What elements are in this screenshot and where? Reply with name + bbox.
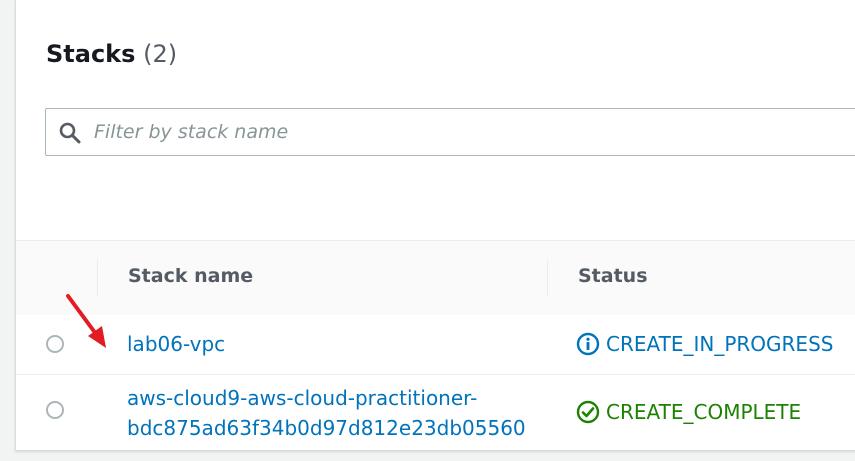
column-header-status[interactable]: Status <box>578 265 648 287</box>
info-icon <box>576 332 600 356</box>
search-input[interactable] <box>94 118 794 146</box>
status-cell: CREATE_COMPLETE <box>576 397 801 427</box>
status-cell: CREATE_IN_PROGRESS <box>576 329 833 359</box>
search-icon <box>58 121 82 145</box>
search-box[interactable] <box>45 108 855 156</box>
table-header: Stack name Status <box>16 240 855 316</box>
table-row[interactable]: aws-cloud9-aws-cloud-practitioner-bdc875… <box>16 375 855 450</box>
column-divider <box>547 259 548 297</box>
page-title: Stacks (2) <box>46 38 177 70</box>
stack-name-link[interactable]: lab06-vpc <box>127 329 225 359</box>
stacks-title: Stacks <box>46 40 136 68</box>
annotation-arrow-icon <box>66 294 106 348</box>
row-select-radio[interactable] <box>46 401 64 419</box>
status-text: CREATE_COMPLETE <box>606 400 802 424</box>
stacks-count: (2) <box>143 40 178 68</box>
column-header-stack-name[interactable]: Stack name <box>128 265 253 287</box>
stack-name-link[interactable]: aws-cloud9-aws-cloud-practitioner-bdc875… <box>127 383 527 443</box>
stacks-panel: Stacks (2) Stack name Status lab06-vpc C… <box>15 0 855 451</box>
check-circle-icon <box>576 400 600 424</box>
table-row[interactable]: lab06-vpc CREATE_IN_PROGRESS <box>16 315 855 375</box>
status-text: CREATE_IN_PROGRESS <box>606 332 834 356</box>
